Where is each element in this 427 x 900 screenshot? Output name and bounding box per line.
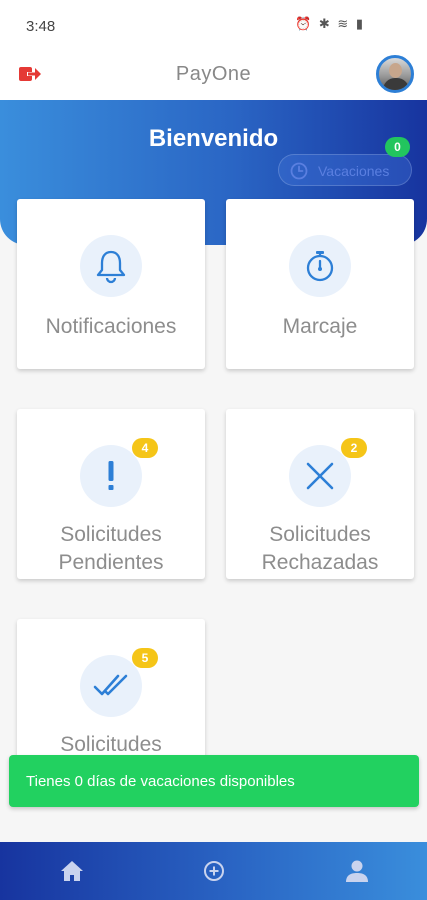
- avatar-head: [389, 63, 402, 78]
- pending-label-line1: Solicitudes: [60, 523, 162, 546]
- check-in-label: Marcaje: [282, 315, 358, 338]
- person-icon[interactable]: [343, 857, 371, 885]
- icon-circle: [80, 655, 142, 717]
- rejected-label: Solicitudes Rechazadas: [226, 521, 414, 577]
- check-in-card[interactable]: Marcaje: [226, 199, 414, 369]
- welcome-title: Bienvenido: [148, 125, 279, 152]
- pending-label: Solicitudes Pendientes: [17, 521, 205, 577]
- vacation-badge: 0: [385, 137, 410, 157]
- exclamation-icon: [108, 461, 114, 490]
- approved-badge: 5: [132, 648, 158, 668]
- notifications-card[interactable]: Notificaciones: [17, 199, 205, 369]
- rejected-label-line1: Solicitudes: [269, 523, 371, 546]
- icon-circle: [289, 445, 351, 507]
- rejected-label-line2: Rechazadas: [261, 551, 379, 574]
- vacation-toast: Tienes 0 días de vacaciones disponibles: [9, 755, 419, 807]
- double-check-icon: [93, 674, 128, 696]
- add-circle-icon[interactable]: [200, 857, 228, 885]
- bell-icon: [96, 250, 126, 284]
- x-icon: [306, 462, 334, 490]
- app-bar: PayOne: [0, 52, 427, 100]
- avatar[interactable]: [376, 55, 414, 93]
- status-bar: 3:48 ⏰ ✱ ≋ ▮: [0, 0, 427, 52]
- rejected-requests-card[interactable]: 2 Solicitudes Rechazadas: [226, 409, 414, 579]
- home-icon[interactable]: [58, 857, 86, 885]
- icon-circle: [80, 445, 142, 507]
- vacation-chip-label: Vacaciones: [318, 163, 390, 179]
- stopwatch-icon: [306, 251, 334, 282]
- avatar-body: [383, 78, 409, 90]
- pending-label-line2: Pendientes: [58, 551, 164, 574]
- notifications-label: Notificaciones: [45, 315, 177, 338]
- bottom-nav: [0, 842, 427, 900]
- pending-badge: 4: [132, 438, 158, 458]
- pending-requests-card[interactable]: 4 Solicitudes Pendientes: [17, 409, 205, 579]
- status-icons: ⏰ ✱ ≋ ▮: [295, 16, 365, 31]
- icon-circle: [80, 235, 142, 297]
- clock-icon: [290, 162, 308, 180]
- status-time: 3:48: [26, 18, 56, 35]
- app-title: PayOne: [175, 63, 252, 85]
- icon-circle: [289, 235, 351, 297]
- rejected-badge: 2: [341, 438, 367, 458]
- vacation-chip[interactable]: Vacaciones: [278, 154, 412, 186]
